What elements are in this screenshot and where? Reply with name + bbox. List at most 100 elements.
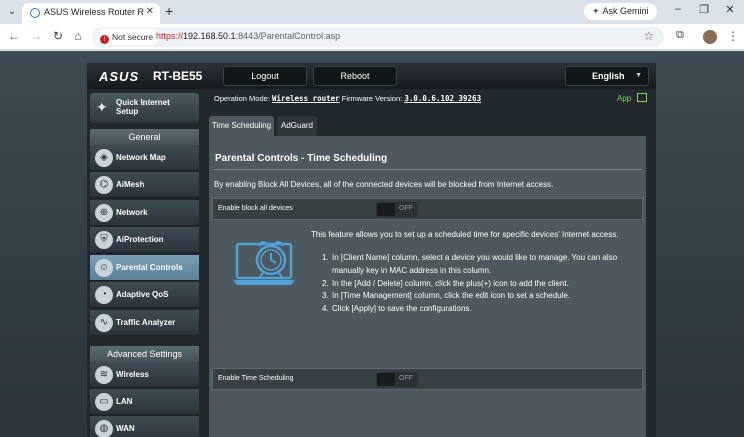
reboot-button[interactable]: Reboot — [313, 66, 397, 86]
time-scheduling-toggle[interactable]: OFF — [376, 372, 418, 387]
schedule-clock-icon — [233, 241, 295, 285]
url-scheme: https:// — [156, 31, 184, 41]
parental-controls-icon: ☺ — [95, 259, 113, 277]
sidebar-item-wireless[interactable]: ≋ Wireless — [90, 362, 199, 388]
tab-adguard[interactable]: AdGuard — [277, 116, 317, 136]
list-item: 2. In the [Add / Delete] column, click th… — [322, 278, 640, 291]
advanced-settings-header: Advanced Settings — [90, 346, 199, 362]
list-item: 1. In [Client Name] column, select a devi… — [322, 252, 640, 278]
toggle-state: OFF — [399, 205, 413, 212]
close-tab-icon[interactable]: ✕ — [146, 6, 154, 17]
sidebar-item-parental-controls[interactable]: ☺ Parental Controls — [90, 255, 199, 281]
step-text: In [Client Name] column, select a device… — [332, 253, 618, 275]
sidebar-item-label: Network Map — [116, 153, 166, 162]
new-tab-icon[interactable]: + — [165, 3, 173, 19]
back-icon[interactable]: ← — [6, 29, 22, 43]
magic-wand-icon: ✦ — [96, 99, 108, 115]
wireless-icon: ≋ — [95, 366, 113, 384]
sidebar-item-wan[interactable]: ◍ WAN — [90, 416, 199, 437]
op-mode-link[interactable]: Wireless router — [272, 94, 340, 103]
content-panel: Parental Controls - Time Scheduling By e… — [209, 136, 646, 437]
traffic-analyzer-icon: ∿ — [95, 314, 113, 332]
not-secure-badge[interactable]: ! Not secure — [96, 29, 160, 45]
logout-button[interactable]: Logout — [223, 66, 307, 86]
ask-gemini-label: Ask Gemini — [602, 6, 649, 16]
time-scheduling-row: Enable Time Scheduling OFF — [212, 368, 643, 390]
firmware-label: Firmware Version: — [341, 94, 403, 103]
sidebar-item-label: Wireless — [116, 370, 149, 379]
list-item: 4. Click [Apply] to save the configuratio… — [322, 303, 640, 316]
network-icon: ⊕ — [95, 204, 113, 222]
tab-list-icon[interactable]: ⌄ — [4, 4, 20, 20]
forward-icon[interactable]: → — [28, 29, 44, 43]
extensions-icon[interactable]: ⧉ — [676, 29, 684, 42]
step-text: In the [Add / Delete] column, click the … — [332, 278, 569, 288]
not-secure-label: Not secure — [112, 32, 154, 42]
lan-icon: ▭ — [95, 393, 113, 411]
tab-time-scheduling[interactable]: Time Scheduling — [209, 116, 274, 136]
aimesh-icon: ⌬ — [95, 176, 113, 194]
status-line: Operation Mode: Wireless router Firmware… — [214, 94, 481, 103]
wan-icon: ◍ — [95, 420, 113, 437]
step-number: 3. — [322, 291, 329, 301]
tab-title: ASUS Wireless Router RT-BE55 — [44, 7, 144, 17]
feature-text: This feature allows you to set up a sche… — [311, 230, 619, 239]
ask-gemini-button[interactable]: ✦ Ask Gemini — [584, 3, 657, 20]
block-all-toggle[interactable]: OFF — [376, 202, 418, 217]
router-page: ASUS RT-BE55 Logout Reboot English ▼ ✦ Qu… — [0, 51, 744, 437]
app-icon[interactable] — [637, 93, 647, 102]
sidebar-item-network[interactable]: ⊕ Network — [90, 200, 199, 226]
router-topbar: ASUS RT-BE55 Logout Reboot English ▼ — [87, 63, 656, 89]
sidebar-item-label: Traffic Analyzer — [116, 318, 176, 327]
kebab-menu-icon[interactable]: ⋮ — [727, 29, 739, 43]
op-mode-label: Operation Mode: — [214, 94, 270, 103]
url-path: :8443/ParentalControl.asp — [235, 31, 341, 41]
bookmark-star-icon[interactable]: ☆ — [643, 29, 654, 43]
sidebar-item-label: Parental Controls — [116, 263, 183, 272]
time-scheduling-label: Enable Time Scheduling — [218, 375, 294, 382]
minimize-icon[interactable]: – — [668, 3, 688, 15]
sidebar-item-adaptive-qos[interactable]: ◔ Adaptive QoS — [90, 282, 199, 308]
adaptive-qos-icon: ◔ — [95, 286, 113, 304]
sidebar-item-label: AiProtection — [116, 235, 164, 244]
globe-icon — [30, 8, 40, 18]
reload-icon[interactable]: ↻ — [50, 29, 66, 43]
browser-toolbar: ← → ↻ ⌂ ! Not secure https://192.168.50.1… — [0, 24, 744, 50]
home-icon[interactable]: ⌂ — [70, 29, 86, 43]
avatar[interactable] — [703, 30, 717, 44]
block-all-row: Enable block all devices OFF — [212, 198, 643, 220]
browser-tab[interactable]: ASUS Wireless Router RT-BE55 ✕ — [22, 3, 160, 24]
browser-tab-strip: ⌄ ASUS Wireless Router RT-BE55 ✕ + ✦Ask … — [0, 0, 744, 24]
sidebar-item-lan[interactable]: ▭ LAN — [90, 389, 199, 415]
quick-setup-label: Quick Internet Setup — [116, 98, 170, 116]
toggle-state: OFF — [399, 375, 413, 382]
sidebar-item-aimesh[interactable]: ⌬ AiMesh — [90, 172, 199, 198]
sidebar-item-label: Network — [116, 208, 148, 217]
list-item: 3. In [Time Management] column, click the… — [322, 290, 640, 303]
language-label: English — [592, 71, 625, 81]
sidebar-item-label: AiMesh — [116, 180, 145, 189]
warning-icon: ! — [100, 35, 109, 44]
step-text: Click [Apply] to save the configurations… — [332, 304, 472, 314]
address-bar[interactable]: ! Not secure https://192.168.50.1:8443/Pa… — [92, 27, 664, 47]
asus-logo: ASUS — [99, 69, 140, 84]
step-text: In [Time Management] column, click the e… — [332, 291, 571, 301]
quick-internet-setup-button[interactable]: ✦ Quick Internet Setup — [90, 93, 199, 123]
toggle-knob — [377, 373, 395, 386]
general-section-header: General — [90, 129, 199, 145]
instructions-list: 1. In [Client Name] column, select a devi… — [322, 252, 640, 316]
close-window-icon[interactable]: ✕ — [720, 3, 740, 16]
gemini-spark-icon: ✦ — [592, 6, 600, 16]
sidebar-item-traffic-analyzer[interactable]: ∿ Traffic Analyzer — [90, 310, 199, 336]
network-map-icon: ◈ — [95, 149, 113, 167]
step-number: 2. — [322, 278, 329, 288]
url-text[interactable]: https://192.168.50.1:8443/ParentalContro… — [156, 31, 340, 41]
restore-icon[interactable]: ❐ — [694, 3, 714, 16]
block-all-label: Enable block all devices — [218, 205, 293, 212]
aiprotection-icon: ⛨ — [95, 231, 113, 249]
sidebar-item-network-map[interactable]: ◈ Network Map — [90, 145, 199, 171]
app-label[interactable]: App — [617, 94, 631, 103]
sidebar-item-aiprotection[interactable]: ⛨ AiProtection — [90, 227, 199, 253]
language-select[interactable]: English ▼ — [565, 66, 649, 86]
firmware-link[interactable]: 3.0.0.6.102_39263 — [404, 94, 481, 103]
